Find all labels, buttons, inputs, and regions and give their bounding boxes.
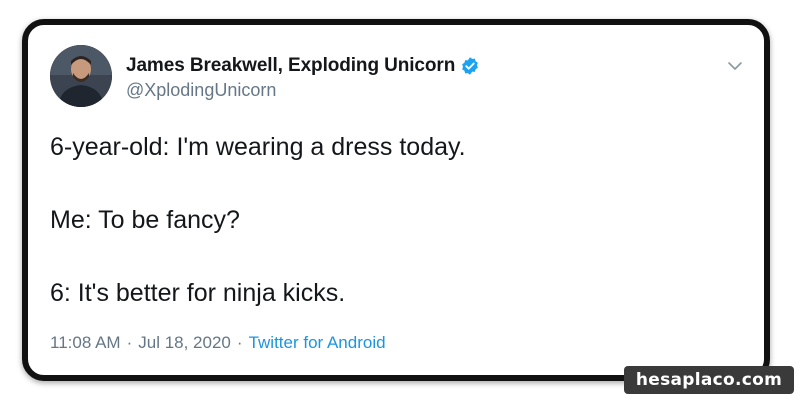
avatar-image	[50, 45, 112, 107]
tweet-line: Me: To be fancy?	[50, 206, 240, 234]
display-name-row: James Breakwell, Exploding Unicorn	[126, 55, 480, 77]
watermark: hesaplaco.com	[624, 366, 794, 394]
tweet-line: 6: It's better for ninja kicks.	[50, 279, 346, 307]
tweet-time[interactable]: 11:08 AM	[50, 333, 121, 352]
screenshot-canvas: James Breakwell, Exploding Unicorn @Xplo…	[0, 0, 800, 400]
author-handle[interactable]: @XplodingUnicorn	[126, 80, 480, 101]
tweet-text: 6-year-old: I'm wearing a dress today. M…	[50, 129, 740, 348]
tweet-card: James Breakwell, Exploding Unicorn @Xplo…	[22, 19, 770, 381]
display-name[interactable]: James Breakwell, Exploding Unicorn	[126, 55, 455, 77]
avatar[interactable]	[50, 45, 112, 107]
tweet-source-link[interactable]: Twitter for Android	[249, 333, 386, 352]
meta-separator: ·	[236, 333, 243, 352]
verified-badge-icon	[460, 56, 480, 76]
tweet-meta: 11:08 AM · Jul 18, 2020 · Twitter for Androi…	[50, 333, 386, 353]
author-names: James Breakwell, Exploding Unicorn @Xplo…	[126, 55, 480, 101]
tweet-header: James Breakwell, Exploding Unicorn @Xplo…	[50, 45, 744, 109]
tweet-line: 6-year-old: I'm wearing a dress today.	[50, 133, 466, 161]
chevron-down-icon[interactable]	[726, 57, 744, 75]
tweet-date[interactable]: Jul 18, 2020	[138, 333, 231, 352]
meta-separator: ·	[126, 333, 133, 352]
